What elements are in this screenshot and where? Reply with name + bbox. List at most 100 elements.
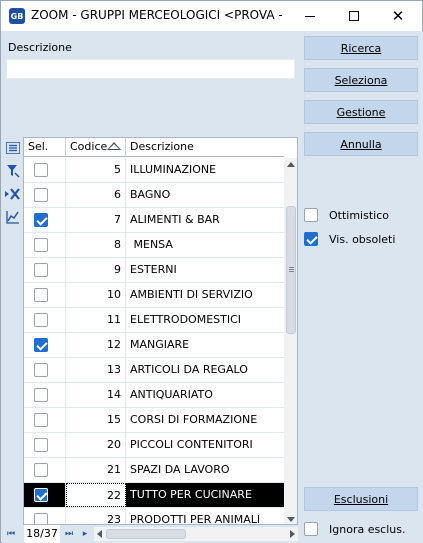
- minimize-button[interactable]: [288, 1, 332, 31]
- table-row[interactable]: 20 PICCOLI CONTENITORI: [24, 433, 284, 458]
- row-checkbox[interactable]: [34, 213, 48, 227]
- table-row[interactable]: 7 ALIMENTI & BAR: [24, 208, 284, 233]
- row-checkbox[interactable]: [34, 313, 48, 327]
- row-description: SPAZI DA LAVORO: [130, 463, 230, 476]
- table-row[interactable]: 6 BAGNO: [24, 183, 284, 208]
- vertical-scrollbar[interactable]: [284, 158, 297, 524]
- close-button[interactable]: ✕: [376, 1, 420, 31]
- row-select-cell[interactable]: [24, 508, 66, 524]
- vertical-scroll-thumb[interactable]: [286, 206, 296, 334]
- horizontal-scroll-thumb[interactable]: [106, 529, 186, 539]
- row-checkbox[interactable]: [34, 413, 48, 427]
- table-row[interactable]: 5 ILLUMINAZIONE: [24, 158, 284, 183]
- row-code: 7: [66, 208, 126, 232]
- first-record-icon: ⏮: [6, 529, 16, 539]
- row-checkbox[interactable]: [34, 163, 48, 177]
- ignora-esclus-checkbox[interactable]: [304, 522, 318, 536]
- row-select-cell[interactable]: [24, 383, 66, 407]
- row-select-cell[interactable]: [24, 158, 66, 182]
- row-checkbox[interactable]: [34, 438, 48, 452]
- row-checkbox[interactable]: [34, 463, 48, 477]
- table-row[interactable]: 13 ARTICOLI DA REGALO: [24, 358, 284, 383]
- seleziona-button[interactable]: Seleziona: [304, 68, 418, 92]
- column-header-sel[interactable]: Sel.: [24, 138, 66, 157]
- row-select-cell[interactable]: [24, 283, 66, 307]
- table-row[interactable]: 9 ESTERNI: [24, 258, 284, 283]
- row-select-cell[interactable]: [24, 183, 66, 207]
- row-description: MENSA: [130, 238, 173, 251]
- vis-obsoleti-checkbox[interactable]: [304, 232, 318, 246]
- row-select-cell[interactable]: [24, 333, 66, 357]
- table-row[interactable]: 23 PRODOTTI PER ANIMALI: [24, 508, 284, 525]
- column-header-code-label: Codice: [70, 140, 108, 153]
- row-code: 6: [66, 183, 126, 207]
- filter-icon: [7, 165, 20, 178]
- scroll-up-icon[interactable]: [287, 162, 295, 167]
- horizontal-scrollbar[interactable]: [94, 527, 298, 541]
- column-header-description[interactable]: Descrizione: [126, 138, 284, 157]
- table-row[interactable]: 14 ANTIQUARIATO: [24, 383, 284, 408]
- ignora-esclus-option[interactable]: Ignora esclus.: [304, 520, 406, 538]
- scroll-right-icon[interactable]: [290, 530, 295, 538]
- row-select-cell[interactable]: [24, 483, 66, 507]
- grid-header: Sel. Codice Descrizione: [24, 138, 284, 157]
- scroll-down-icon[interactable]: [287, 517, 295, 522]
- last-record-icon: ⏭: [64, 529, 74, 539]
- ottimistico-option[interactable]: Ottimistico: [304, 206, 389, 224]
- grip-icon: [289, 267, 294, 268]
- maximize-icon: [349, 11, 359, 21]
- next-page-button[interactable]: ▸: [78, 526, 92, 542]
- row-select-cell[interactable]: [24, 233, 66, 257]
- ottimistico-checkbox[interactable]: [304, 208, 318, 222]
- maximize-button[interactable]: [332, 1, 376, 31]
- last-record-button[interactable]: ⏭: [62, 526, 76, 542]
- description-filter-input[interactable]: [6, 59, 295, 79]
- row-select-cell[interactable]: [24, 358, 66, 382]
- scroll-left-icon[interactable]: [97, 530, 102, 538]
- row-checkbox[interactable]: [34, 263, 48, 277]
- row-select-cell[interactable]: [24, 208, 66, 232]
- column-header-code[interactable]: Codice: [66, 138, 126, 157]
- record-navigator: ⏮ 18/37 ⏭ ▸: [2, 525, 300, 543]
- row-checkbox[interactable]: [34, 288, 48, 302]
- table-row[interactable]: 10 AMBIENTI DI SERVIZIO: [24, 283, 284, 308]
- row-select-cell[interactable]: [24, 408, 66, 432]
- row-select-cell[interactable]: [24, 433, 66, 457]
- table-row[interactable]: 12 MANGIARE: [24, 333, 284, 358]
- row-checkbox[interactable]: [34, 338, 48, 352]
- row-checkbox[interactable]: [34, 513, 48, 524]
- row-checkbox[interactable]: [34, 488, 48, 502]
- row-description: CORSI DI FORMAZIONE: [130, 413, 258, 426]
- table-row[interactable]: 22 TUTTO PER CUCINARE: [24, 483, 284, 508]
- clear-filter-button[interactable]: [4, 185, 22, 203]
- esclusioni-button[interactable]: Esclusioni: [304, 487, 418, 511]
- row-code: 21: [66, 458, 126, 482]
- row-checkbox[interactable]: [34, 238, 48, 252]
- list-view-button[interactable]: [4, 139, 22, 157]
- vis-obsoleti-option[interactable]: Vis. obsoleti: [304, 230, 395, 248]
- clear-filter-icon: [5, 188, 20, 200]
- row-description: ARTICOLI DA REGALO: [130, 363, 248, 376]
- chart-button[interactable]: [4, 208, 22, 226]
- ricerca-button[interactable]: Ricerca: [304, 36, 418, 60]
- title-bar[interactable]: GB ZOOM - GRUPPI MERCEOLOGICI <PROVA - B…: [1, 1, 422, 31]
- filter-button[interactable]: [4, 162, 22, 180]
- row-select-cell[interactable]: [24, 308, 66, 332]
- gestione-button[interactable]: Gestione: [304, 100, 418, 124]
- items-grid[interactable]: Sel. Codice Descrizione 5 ILLUMINAZIONE 6 B…: [23, 137, 298, 525]
- row-checkbox[interactable]: [34, 363, 48, 377]
- table-row[interactable]: 21 SPAZI DA LAVORO: [24, 458, 284, 483]
- row-description: ANTIQUARIATO: [130, 388, 213, 401]
- ignora-esclus-label: Ignora esclus.: [329, 522, 406, 536]
- row-checkbox[interactable]: [34, 188, 48, 202]
- annulla-button[interactable]: Annulla: [304, 132, 418, 156]
- table-row[interactable]: 11 ELETTRODOMESTICI: [24, 308, 284, 333]
- first-record-button[interactable]: ⏮: [4, 526, 18, 542]
- row-select-cell[interactable]: [24, 458, 66, 482]
- row-select-cell[interactable]: [24, 258, 66, 282]
- row-description: PRODOTTI PER ANIMALI: [130, 513, 261, 525]
- row-checkbox[interactable]: [34, 388, 48, 402]
- table-row[interactable]: 15 CORSI DI FORMAZIONE: [24, 408, 284, 433]
- table-row[interactable]: 8 MENSA: [24, 233, 284, 258]
- ottimistico-label: Ottimistico: [329, 208, 389, 222]
